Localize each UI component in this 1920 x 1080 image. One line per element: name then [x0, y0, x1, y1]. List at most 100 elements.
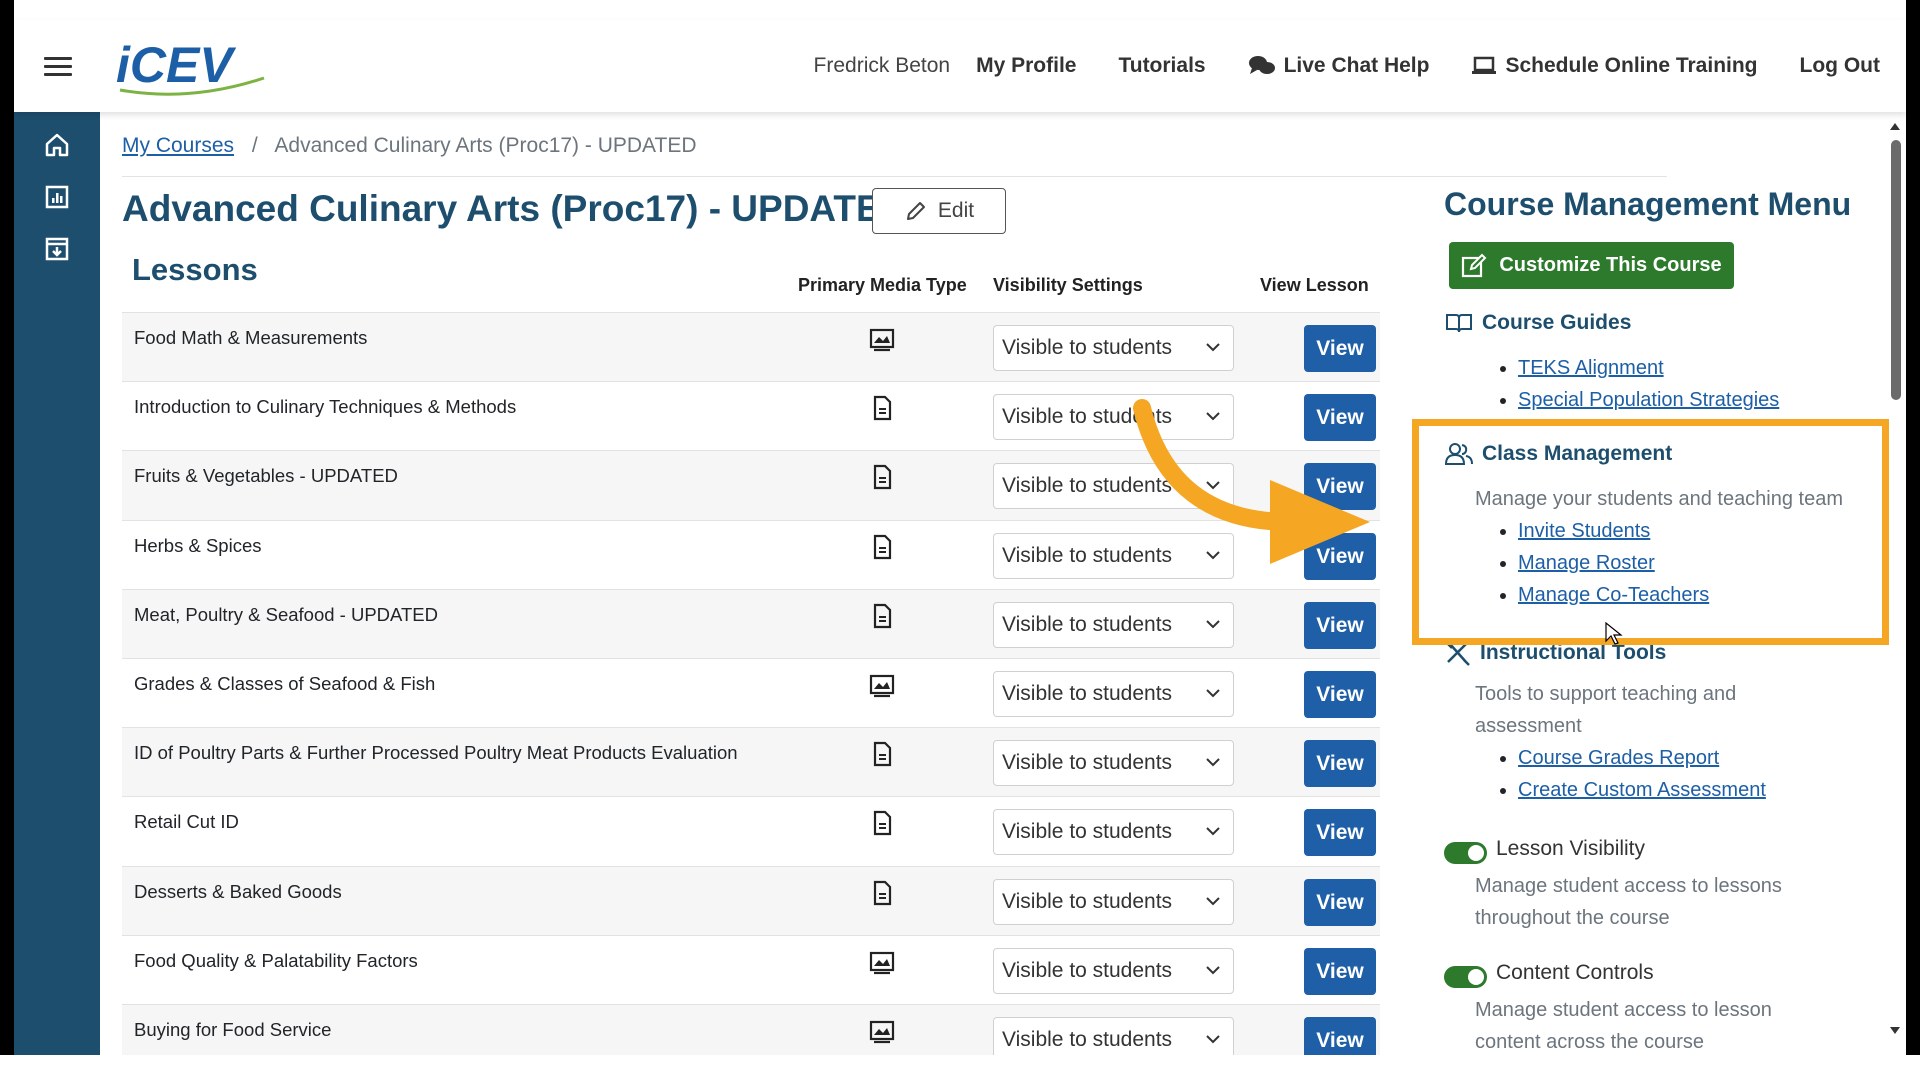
top-header: iCEV Fredrick Beton My Profile Tutorials…: [14, 20, 1906, 112]
table-row: Desserts & Baked Goods Visible to student…: [122, 865, 1380, 935]
visibility-select[interactable]: Visible to students: [993, 878, 1234, 925]
content-controls-desc-line1: Manage student access to lesson: [1475, 999, 1772, 1021]
list-item: Course Grades Report: [1518, 742, 1766, 774]
orange-arrow-annotation: [1133, 399, 1370, 564]
slides-icon: [868, 1017, 896, 1045]
nav-live-chat-help[interactable]: Live Chat Help: [1248, 54, 1430, 78]
toggle-knob: [1468, 845, 1484, 861]
visibility-select[interactable]: Visible to students: [993, 325, 1234, 371]
nav-schedule-label: Schedule Online Training: [1505, 54, 1758, 77]
scrollbar-thumb[interactable]: [1891, 140, 1901, 400]
view-lesson-button[interactable]: View: [1304, 740, 1376, 788]
lesson-name: Meat, Poultry & Seafood - UPDATED: [134, 603, 438, 625]
lesson-name: Food Math & Measurements: [134, 327, 368, 348]
lesson-visibility-desc: Manage student access to lessons through…: [1475, 870, 1782, 934]
logo-text: iCEV: [116, 38, 236, 93]
edit-button[interactable]: Edit: [872, 188, 1006, 234]
list-item: Create Custom Assessment: [1518, 774, 1766, 806]
list-item: TEKS Alignment: [1518, 352, 1779, 384]
top-nav: Fredrick Beton My Profile Tutorials Live…: [814, 20, 1880, 112]
visibility-value: Visible to students: [1002, 612, 1173, 636]
download-box-icon[interactable]: [44, 236, 70, 262]
nav-my-profile-label: My Profile: [976, 54, 1077, 77]
visibility-select[interactable]: Visible to students: [993, 1016, 1234, 1055]
report-icon[interactable]: [44, 184, 70, 210]
lessons-heading: Lessons: [132, 252, 258, 287]
visibility-select[interactable]: Visible to students: [993, 601, 1234, 648]
breadcrumb-divider: [122, 176, 1667, 177]
visibility-value: Visible to students: [1002, 820, 1173, 844]
visibility-select[interactable]: Visible to students: [993, 740, 1234, 787]
view-lesson-button[interactable]: View: [1304, 670, 1376, 718]
document-icon: [868, 602, 896, 630]
link-teks-alignment[interactable]: TEKS Alignment: [1518, 357, 1664, 379]
lesson-name: Retail Cut ID: [134, 811, 239, 833]
lesson-name: ID of Poultry Parts & Further Processed …: [134, 742, 738, 764]
slides-icon: [868, 325, 896, 353]
breadcrumb-separator: /: [251, 134, 258, 157]
view-lesson-button[interactable]: View: [1304, 325, 1376, 372]
view-lesson-button[interactable]: View: [1304, 947, 1376, 995]
customize-course-button[interactable]: Customize This Course: [1449, 242, 1734, 289]
lesson-visibility-label: Lesson Visibility: [1496, 837, 1646, 860]
chat-bubbles-icon: [1248, 56, 1275, 74]
class-management-highlight-box: [1412, 419, 1889, 645]
visibility-value: Visible to students: [1002, 681, 1173, 705]
course-guides-list: TEKS Alignment Special Population Strate…: [1494, 352, 1779, 416]
nav-schedule-training[interactable]: Schedule Online Training: [1471, 54, 1758, 78]
visibility-select[interactable]: Visible to students: [993, 947, 1234, 994]
screen-frame-bottom: [0, 1055, 1920, 1080]
slides-icon: [868, 671, 896, 699]
content-controls-label: Content Controls: [1496, 961, 1654, 984]
view-lesson-button[interactable]: View: [1304, 878, 1376, 926]
content-controls-toggle[interactable]: [1444, 966, 1487, 988]
lesson-visibility-desc-line2: throughout the course: [1475, 907, 1670, 929]
hamburger-menu-icon[interactable]: [44, 57, 72, 77]
content-controls-desc-line2: content across the course: [1475, 1031, 1705, 1053]
instructional-tools-desc-line1: Tools to support teaching and: [1475, 683, 1737, 705]
document-icon: [868, 879, 896, 907]
left-sidebar: [14, 112, 100, 1055]
view-lesson-button[interactable]: View: [1304, 809, 1376, 857]
visibility-value: Visible to students: [1002, 958, 1173, 982]
screen-frame-right: [1906, 0, 1920, 1055]
chevron-down-icon: [1206, 620, 1220, 629]
visibility-select[interactable]: Visible to students: [993, 670, 1234, 717]
lesson-name: Introduction to Culinary Techniques & Me…: [134, 396, 517, 418]
nav-my-profile[interactable]: My Profile: [976, 54, 1076, 78]
visibility-value: Visible to students: [1002, 751, 1173, 775]
user-name: Fredrick Beton: [813, 54, 951, 77]
pencil-icon: [906, 202, 925, 220]
link-special-population[interactable]: Special Population Strategies: [1518, 389, 1779, 411]
home-icon[interactable]: [44, 132, 70, 158]
lesson-name: Grades & Classes of Seafood & Fish: [134, 672, 436, 694]
chevron-down-icon: [1206, 965, 1220, 975]
scroll-down-arrow-icon[interactable]: [1889, 1024, 1901, 1036]
visibility-value: Visible to students: [1002, 889, 1173, 913]
visibility-select[interactable]: Visible to students: [993, 809, 1234, 856]
mouse-cursor-icon: [1605, 622, 1623, 645]
view-lesson-button[interactable]: View: [1304, 601, 1376, 649]
icev-logo[interactable]: iCEV: [114, 38, 274, 100]
edit-button-label: Edit: [937, 199, 975, 222]
nav-live-chat-label: Live Chat Help: [1283, 54, 1430, 77]
link-course-grades-report[interactable]: Course Grades Report: [1518, 747, 1719, 769]
scroll-up-arrow-icon[interactable]: [1889, 120, 1901, 132]
nav-log-out-label: Log Out: [1799, 54, 1880, 77]
course-guides-label: Course Guides: [1482, 311, 1632, 334]
chevron-down-icon: [1206, 689, 1220, 698]
link-create-custom-assessment[interactable]: Create Custom Assessment: [1518, 779, 1766, 801]
document-icon: [868, 533, 896, 561]
chevron-down-icon: [1206, 896, 1220, 905]
slides-icon: [868, 948, 896, 976]
list-item: Special Population Strategies: [1518, 384, 1779, 416]
customize-course-label: Customize This Course: [1499, 254, 1722, 276]
lesson-visibility-toggle[interactable]: [1444, 842, 1487, 864]
lesson-name: Desserts & Baked Goods: [134, 880, 342, 902]
view-lesson-button[interactable]: View: [1304, 1016, 1376, 1055]
toggle-knob: [1468, 969, 1484, 985]
nav-tutorials[interactable]: Tutorials: [1118, 54, 1205, 78]
breadcrumb-my-courses[interactable]: My Courses: [122, 134, 234, 157]
nav-log-out[interactable]: Log Out: [1800, 54, 1880, 78]
table-row: Retail Cut ID Visible to students View: [122, 796, 1380, 865]
